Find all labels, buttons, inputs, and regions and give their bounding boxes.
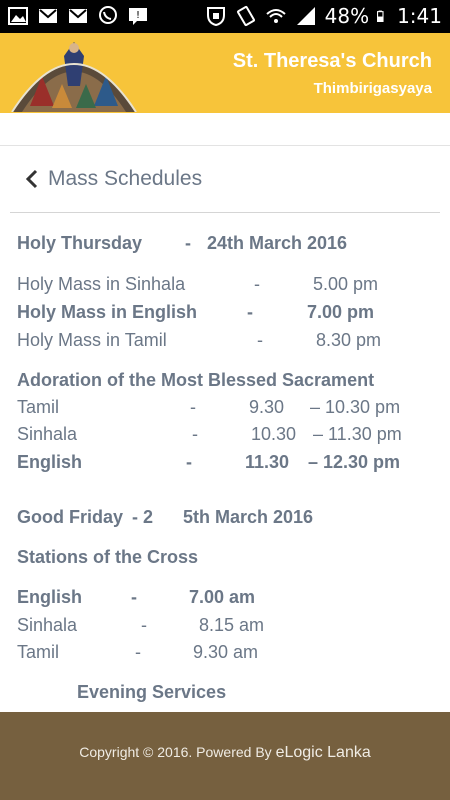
day-date: 5th March 2016 (183, 507, 314, 527)
brand-link[interactable]: eLogic Lanka (276, 744, 371, 761)
dash: - (141, 615, 147, 635)
dash: - (131, 587, 137, 607)
start-time: 10.30 (251, 424, 297, 444)
clock: 1:41 (397, 4, 442, 28)
copyright-text: Copyright © 2016. Powered By (79, 744, 276, 760)
dash: - (254, 274, 260, 294)
language: Sinhala (17, 615, 78, 635)
day-name: Good Friday (17, 507, 124, 527)
svg-text:!: ! (136, 10, 140, 21)
language: English (17, 587, 83, 607)
mass-name: Holy Mass in Sinhala (17, 274, 186, 294)
start-time: 9.30 (249, 397, 285, 417)
mass-row: Holy Mass in Tamil - 8.30 pm (0, 330, 450, 356)
vibrate-icon (236, 5, 255, 27)
day-name: Holy Thursday (17, 233, 143, 253)
footer-text: Copyright © 2016. Powered By eLogic Lank… (0, 744, 450, 762)
adoration-row: Tamil - 9.30 – 10.30 pm (0, 397, 450, 423)
vpn-shield-icon (206, 7, 225, 27)
section-title: Evening Services (77, 682, 227, 702)
mass-time: 8.30 pm (316, 330, 382, 350)
church-location: Thimbirigasyaya (313, 80, 432, 97)
section-heading-adoration: Adoration of the Most Blessed Sacrament (0, 370, 450, 396)
status-bar: ! 48% 1:41 (0, 0, 450, 33)
adoration-row: English - 11.30 – 12.30 pm (0, 452, 450, 478)
language: Sinhala (17, 424, 78, 444)
section-heading-evening: Evening Services (0, 682, 450, 708)
church-name: St. Theresa's Church (232, 50, 432, 72)
day-date: 24th March 2016 (207, 233, 348, 253)
section-heading-stations: Stations of the Cross (0, 547, 450, 573)
image-icon (8, 7, 28, 25)
mass-name: Holy Mass in English (17, 302, 198, 322)
page-title: Mass Schedules (48, 167, 203, 190)
mass-row: Holy Mass in English - 7.00 pm (0, 302, 450, 328)
stations-row: English - 7.00 am (0, 587, 450, 613)
chevron-left-icon (25, 169, 38, 189)
dash: - (135, 642, 141, 662)
dash: - (190, 397, 196, 417)
stations-row: Sinhala - 8.15 am (0, 615, 450, 641)
language: English (17, 452, 83, 472)
viber-icon (99, 6, 117, 24)
back-button[interactable]: Mass Schedules (22, 163, 202, 195)
stations-row: Tamil - 9.30 am (0, 642, 450, 668)
gmail-icon (39, 9, 57, 23)
time: 8.15 am (199, 615, 265, 635)
dash: - (192, 424, 198, 444)
signal-icon (296, 7, 315, 25)
divider (0, 145, 450, 146)
battery-icon (377, 10, 384, 22)
adoration-row: Sinhala - 10.30 – 11.30 pm (0, 424, 450, 450)
gmail-icon-2 (69, 9, 87, 23)
dash: - (185, 233, 191, 253)
time: 7.00 am (189, 587, 256, 607)
language: Tamil (17, 642, 60, 662)
mass-time: 7.00 pm (307, 302, 375, 322)
end-time: – 10.30 pm (310, 397, 401, 417)
church-logo (11, 42, 137, 112)
start-time: 11.30 (245, 452, 290, 472)
schedule-content: Holy Thursday - 24th March 2016 Holy Mas… (0, 213, 450, 710)
message-icon: ! (129, 8, 147, 25)
dash: - (257, 330, 263, 350)
mass-name: Holy Mass in Tamil (17, 330, 167, 350)
mass-row: Holy Mass in Sinhala - 5.00 pm (0, 274, 450, 300)
section-title: Adoration of the Most Blessed Sacrament (17, 370, 375, 390)
notification-icons: ! (8, 6, 148, 26)
dash: - (186, 452, 192, 472)
wifi-icon (265, 9, 286, 23)
dash: - (247, 302, 253, 322)
dash: - 2 (132, 507, 154, 527)
mass-time: 5.00 pm (313, 274, 379, 294)
battery-percent: 48% (324, 4, 370, 28)
time: 9.30 am (193, 642, 259, 662)
end-time: – 11.30 pm (313, 424, 402, 444)
day-heading-good-friday: Good Friday - 2 5th March 2016 (0, 507, 450, 533)
section-title: Stations of the Cross (17, 547, 199, 567)
status-right: 48% 1:41 (205, 4, 442, 28)
language: Tamil (17, 397, 60, 417)
day-heading-holy-thursday: Holy Thursday - 24th March 2016 (0, 233, 450, 259)
end-time: – 12.30 pm (308, 452, 401, 472)
